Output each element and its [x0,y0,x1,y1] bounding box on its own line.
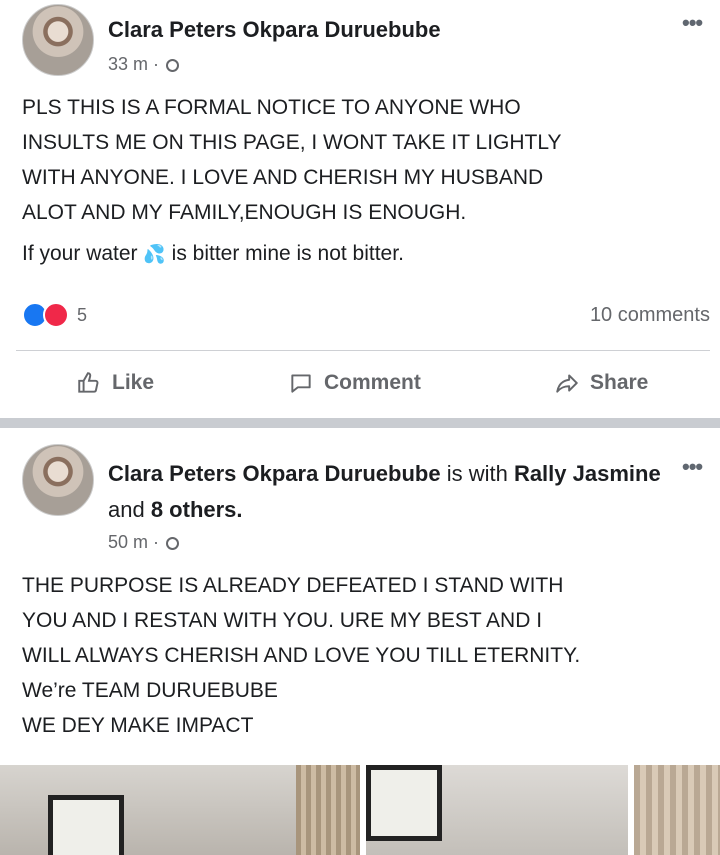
globe-icon [166,59,180,72]
like-button[interactable]: Like [76,370,154,396]
post-text: PLS THIS IS A FORMAL NOTICE TO ANYONE WH… [22,90,562,272]
author-avatar[interactable] [22,444,94,516]
post-photos [0,765,720,855]
water-text-after: is bitter mine is not bitter. [165,242,404,265]
reaction-count: 5 [77,304,88,325]
feed-separator [0,418,720,428]
share-icon [556,374,578,393]
post-line: WILL ALWAYS CHERISH AND LOVE YOU TILL ET… [22,644,581,667]
and-text: and [108,497,151,522]
divider [16,350,710,351]
post-1: Clara Peters Okpara Duruebube 33 m · •••… [0,0,720,420]
comment-label: Comment [324,371,421,394]
comment-button[interactable]: Comment [288,370,421,396]
post-line: We’re TEAM DURUEBUBE [22,679,278,702]
wall-frame [48,795,124,855]
post-photo[interactable] [0,765,360,855]
wall-frame [366,765,442,841]
post-line: WITH ANYONE. I LOVE AND CHERISH MY HUSBA… [22,166,544,189]
tagged-others[interactable]: 8 others. [151,497,243,522]
more-icon[interactable]: ••• [682,10,703,36]
post-text: THE PURPOSE IS ALREADY DEFEATED I STAND … [22,568,580,743]
post-line: PLS THIS IS A FORMAL NOTICE TO ANYONE WH… [22,96,521,119]
reaction-summary[interactable]: 5 [22,302,87,328]
water-emoji: 💦 [143,244,166,264]
post-timestamp[interactable]: 50 m · [108,532,180,553]
love-reaction-icon [43,302,69,328]
share-button[interactable]: Share [554,370,648,396]
more-icon[interactable]: ••• [682,454,703,480]
water-text-before: If your water [22,242,144,265]
post-line: WE DEY MAKE IMPACT [22,714,254,737]
post-timestamp[interactable]: 33 m · [108,54,180,75]
post-photo[interactable] [366,765,628,855]
author-name[interactable]: Clara Peters Okpara Duruebube [108,461,441,486]
comments-count[interactable]: 10 comments [590,304,710,327]
post-2: Clara Peters Okpara Duruebube is with Ra… [0,428,720,765]
post-line: INSULTS ME ON THIS PAGE, I WONT TAKE IT … [22,131,562,154]
author-avatar[interactable] [22,4,94,76]
timestamp-text: 50 m · [108,532,165,552]
share-label: Share [590,371,649,394]
like-label: Like [112,371,155,394]
post-line: THE PURPOSE IS ALREADY DEFEATED I STAND … [22,574,564,597]
post-line: YOU AND I RESTAN WITH YOU. URE MY BEST A… [22,609,543,632]
globe-icon [166,537,180,550]
curtain [296,765,360,855]
with-text: is with [440,461,514,486]
post-photo[interactable] [634,765,720,855]
author-name[interactable]: Clara Peters Okpara Duruebube [108,17,441,43]
author-header: Clara Peters Okpara Duruebube is with Ra… [108,456,668,528]
timestamp-text: 33 m · [108,54,165,74]
comment-icon [291,374,311,393]
post-line: ALOT AND MY FAMILY,ENOUGH IS ENOUGH. [22,201,467,224]
tagged-friend[interactable]: Rally Jasmine [514,461,661,486]
thumbs-up-icon [78,372,99,393]
post-line-water: If your water 💦 is bitter mine is not bi… [22,236,562,272]
